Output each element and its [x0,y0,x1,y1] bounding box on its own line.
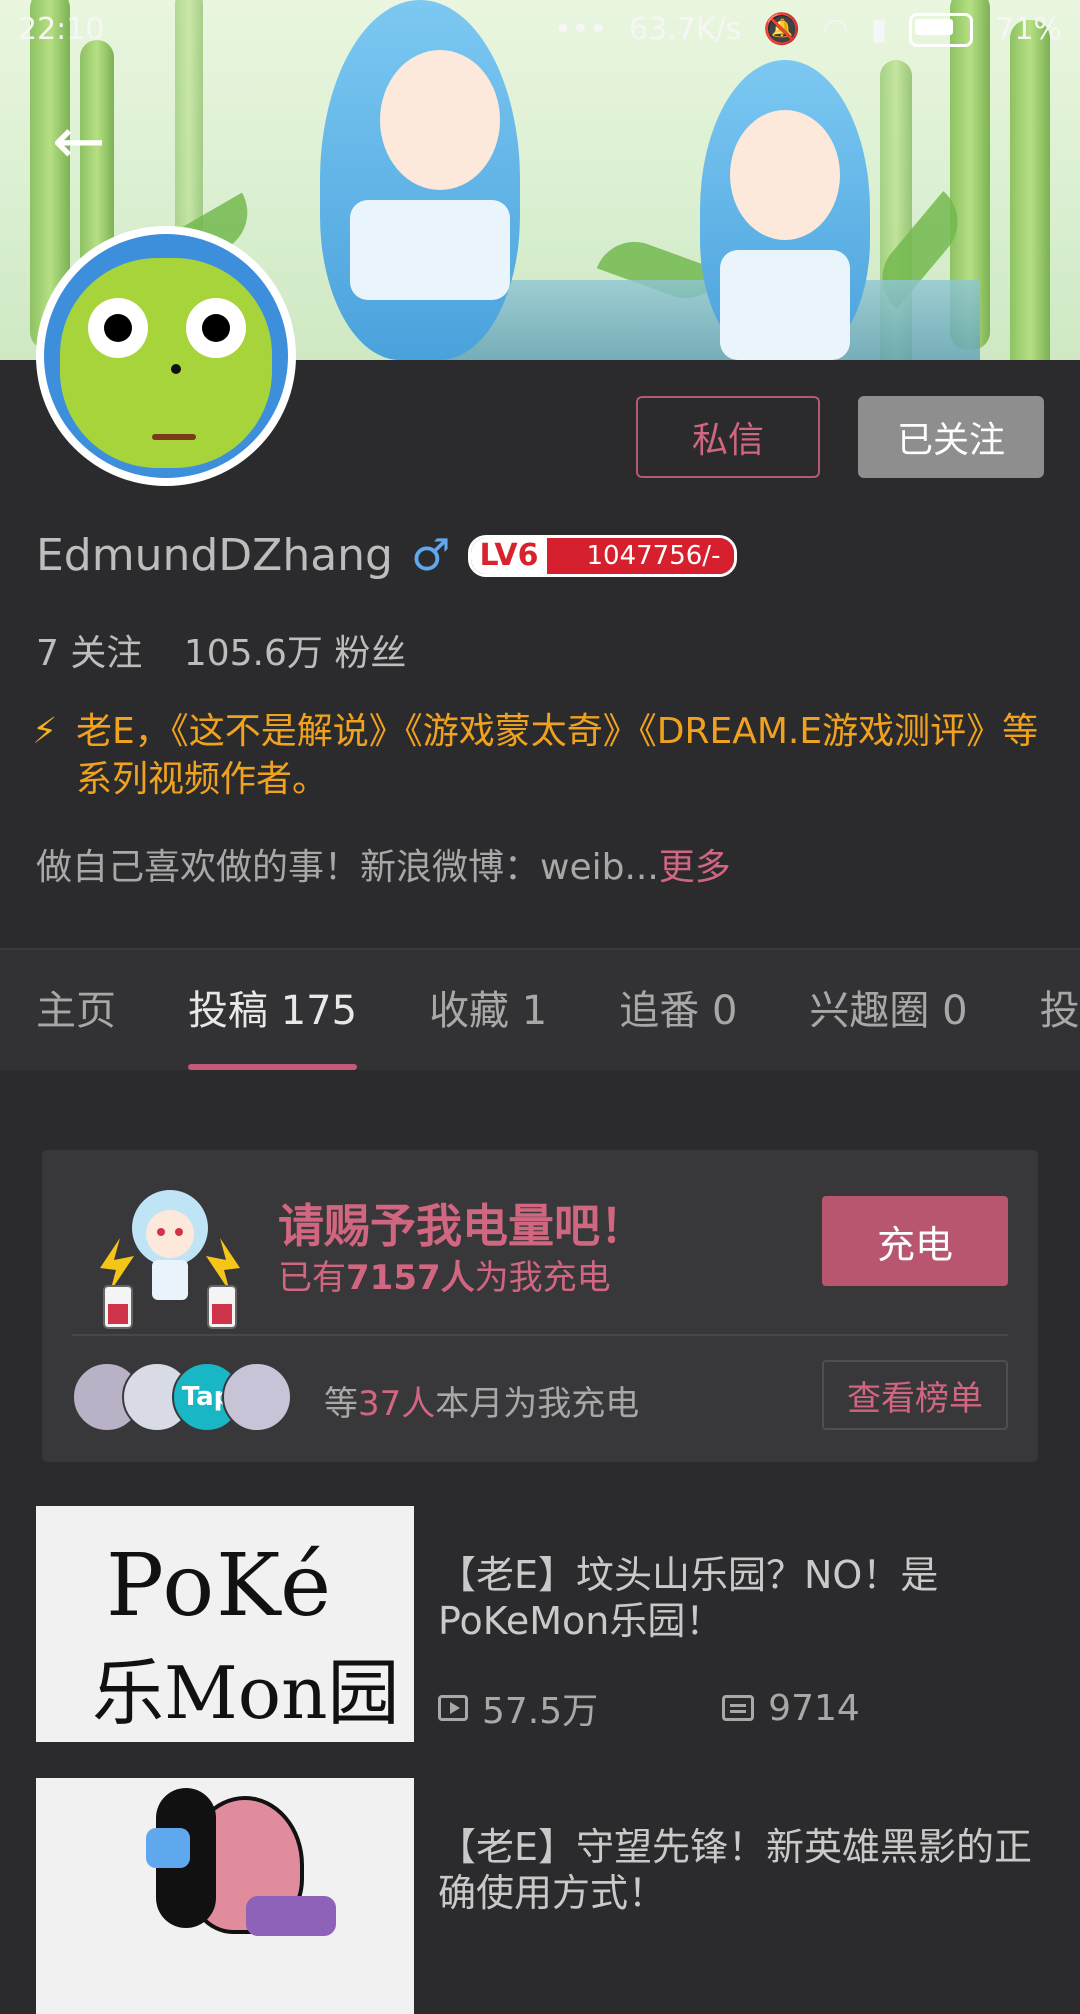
video-meta: 57.5万 9714 [438,1682,860,1734]
signal-icon: ▮ [870,12,888,47]
tab-circles[interactable]: 兴趣圈 0 [773,950,1003,1070]
video-title[interactable]: 【老E】坟头山乐园？NO！是PoKeMon乐园！ [438,1552,1038,1644]
thumb-text-top: PoKé [106,1536,333,1636]
video-views: 57.5万 [482,1691,599,1732]
charge-sub-prefix: 已有 [278,1258,346,1298]
tab-favorites[interactable]: 收藏 1 [393,950,583,1070]
video-item[interactable]: 【老E】守望先锋！新英雄黑影的正确使用方式！ [36,1778,1046,2014]
male-icon: ♂ [410,530,451,581]
message-button[interactable]: 私信 [636,396,820,478]
certification: ⚡ 老E，《这不是解说》《游戏蒙太奇》《DREAM.E游戏测评》等系列视频作者。 [32,708,1042,804]
view-ranking-button[interactable]: 查看榜单 [822,1360,1008,1430]
net-speed: 63.7K/s [629,12,742,47]
cert-text: 老E，《这不是解说》《游戏蒙太奇》《DREAM.E游戏测评》等系列视频作者。 [76,711,1039,800]
charge-total-count: 7157人 [346,1258,475,1298]
thumb-text-bottom: 乐Mon园 [92,1651,400,1735]
tab-uploads[interactable]: 投稿 175 [152,950,393,1070]
wifi-icon: ◠ [822,12,849,47]
name-row: EdmundDZhang ♂ LV6 1047756/- [36,530,738,581]
battery-icon [909,12,974,47]
charge-mascot-image [100,1190,240,1329]
battery-level: 71% [995,12,1062,47]
charge-count-prefix: 等 [324,1384,358,1424]
charger-avatar [222,1362,292,1432]
danmaku-icon [722,1695,755,1721]
bio-text: 做自己喜欢做的事！新浪微博：weib... [36,847,659,888]
status-time: 22:10 [18,12,105,47]
more-dots-icon: ••• [553,12,608,47]
video-danmaku: 9714 [768,1687,860,1729]
follow-stats: 7 关注 105.6万 粉丝 [36,624,436,676]
charge-card: 请赐予我电量吧！ 已有7157人为我充电 充电 Tap 等37人本月为我充电 查… [42,1150,1038,1462]
bio-more-link[interactable]: 更多 [659,847,731,888]
video-thumbnail[interactable]: PoKé 乐Mon园 [36,1506,414,1742]
charge-sub-suffix: 为我充电 [474,1258,611,1298]
level-exp: 1047756/- [546,537,735,574]
back-arrow-icon[interactable]: ← [52,110,132,182]
profile-tabs: 主页 投稿 175 收藏 1 追番 0 兴趣圈 0 投 [0,950,1080,1070]
mute-icon: 🔕 [763,12,801,47]
tab-home[interactable]: 主页 [0,950,152,1070]
level-label: LV6 [471,537,547,574]
play-icon [438,1695,468,1721]
level-badge: LV6 1047756/- [468,534,738,577]
status-bar: 22:10 ••• 63.7K/s 🔕 ◠ ▮ 71% [0,0,1080,62]
charge-subtitle: 已有7157人为我充电 [278,1250,611,1299]
username: EdmundDZhang [36,530,393,581]
tab-bangumi[interactable]: 追番 0 [583,950,773,1070]
charge-button[interactable]: 充电 [822,1196,1008,1286]
avatar[interactable] [36,226,296,486]
video-title[interactable]: 【老E】守望先锋！新英雄黑影的正确使用方式！ [438,1824,1038,1916]
tab-coins[interactable]: 投 [1004,950,1080,1070]
bolt-icon: ⚡ [32,711,58,752]
video-item[interactable]: PoKé 乐Mon园 【老E】坟头山乐园？NO！是PoKeMon乐园！ 57.5… [36,1506,1046,1742]
divider [72,1334,1008,1336]
following-count[interactable]: 7 关注 [36,633,142,674]
bio: 做自己喜欢做的事！新浪微博：weib...更多 [36,838,731,890]
charge-count-number: 37人 [358,1384,436,1424]
charge-title: 请赐予我电量吧！ [278,1199,646,1253]
followers-count[interactable]: 105.6万 粉丝 [184,633,407,674]
charge-count-suffix: 本月为我充电 [435,1384,640,1424]
followed-button[interactable]: 已关注 [858,396,1044,478]
charger-avatars[interactable]: Tap [72,1362,302,1432]
monthly-charge-count: 等37人本月为我充电 [324,1376,639,1425]
video-thumbnail[interactable] [36,1778,414,2014]
